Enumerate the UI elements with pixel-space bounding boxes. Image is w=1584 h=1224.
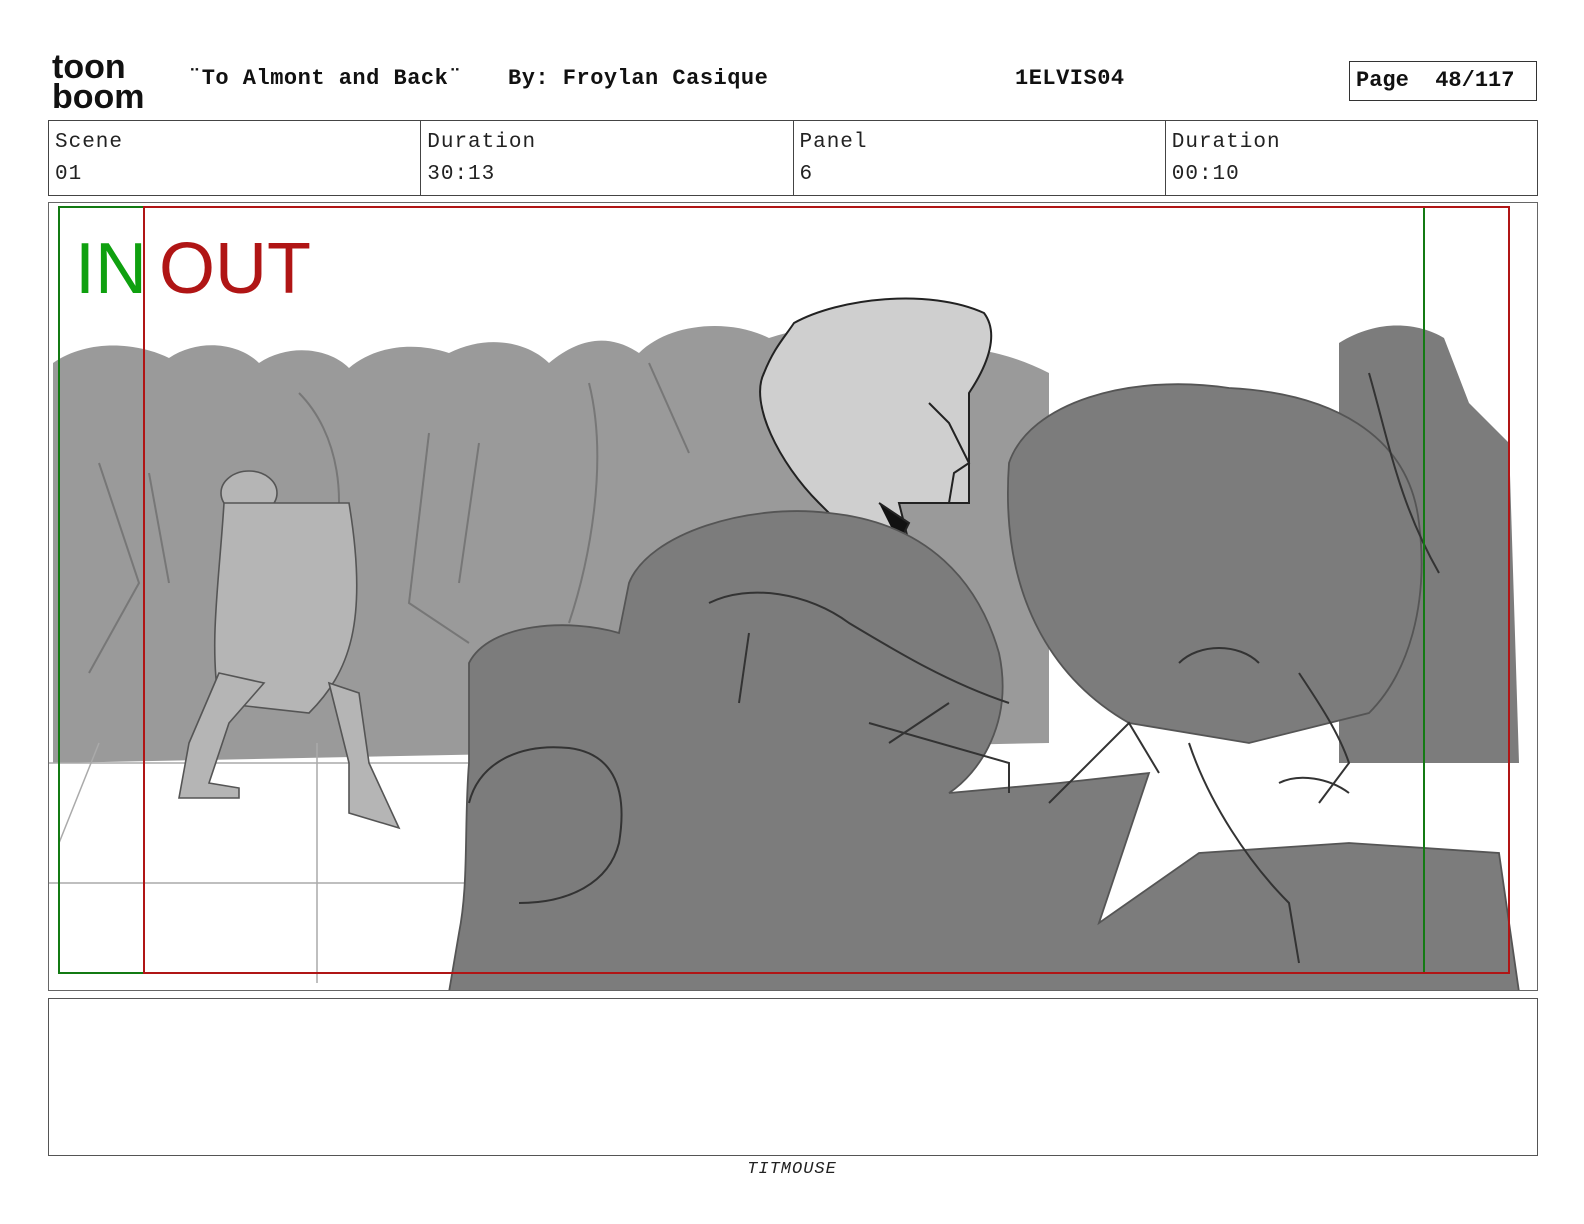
page-label: Page <box>1356 68 1409 93</box>
scene-label: Scene <box>55 131 124 154</box>
scene-duration-value: 30:13 <box>427 163 496 186</box>
panel-cell: Panel 6 <box>794 121 1166 195</box>
scene-duration-label: Duration <box>427 131 537 154</box>
panel-notes-box <box>48 998 1538 1156</box>
panel-duration-cell: Duration 00:10 <box>1166 121 1537 195</box>
scene-duration-cell: Duration 30:13 <box>421 121 794 195</box>
board-title: ¨To Almont and Back¨ <box>188 66 463 91</box>
scene-value: 01 <box>55 163 83 186</box>
in-label: IN <box>75 229 147 309</box>
panel-duration-label: Duration <box>1171 131 1281 154</box>
panel-sketch: IN OUT <box>49 206 1520 990</box>
out-label: OUT <box>159 229 311 309</box>
page-indicator: Page 48/117 <box>1349 61 1537 101</box>
panel-value: 6 <box>799 163 814 186</box>
panel-info-table: Scene 01 Duration 30:13 Panel 6 Duration… <box>48 120 1538 196</box>
panel-label: Panel <box>799 131 868 154</box>
toon-boom-logo: toon boom <box>52 50 145 112</box>
board-author: By: Froylan Casique <box>508 66 769 91</box>
page-value: 48/117 <box>1435 68 1515 93</box>
panel-duration-value: 00:10 <box>1171 163 1240 186</box>
logo-bottom-text: boom <box>52 78 145 112</box>
storyboard-panel: IN OUT <box>48 202 1538 991</box>
episode-code: 1ELVIS04 <box>1015 66 1125 91</box>
studio-footer: TITMOUSE <box>747 1160 837 1179</box>
scene-cell: Scene 01 <box>49 121 422 195</box>
